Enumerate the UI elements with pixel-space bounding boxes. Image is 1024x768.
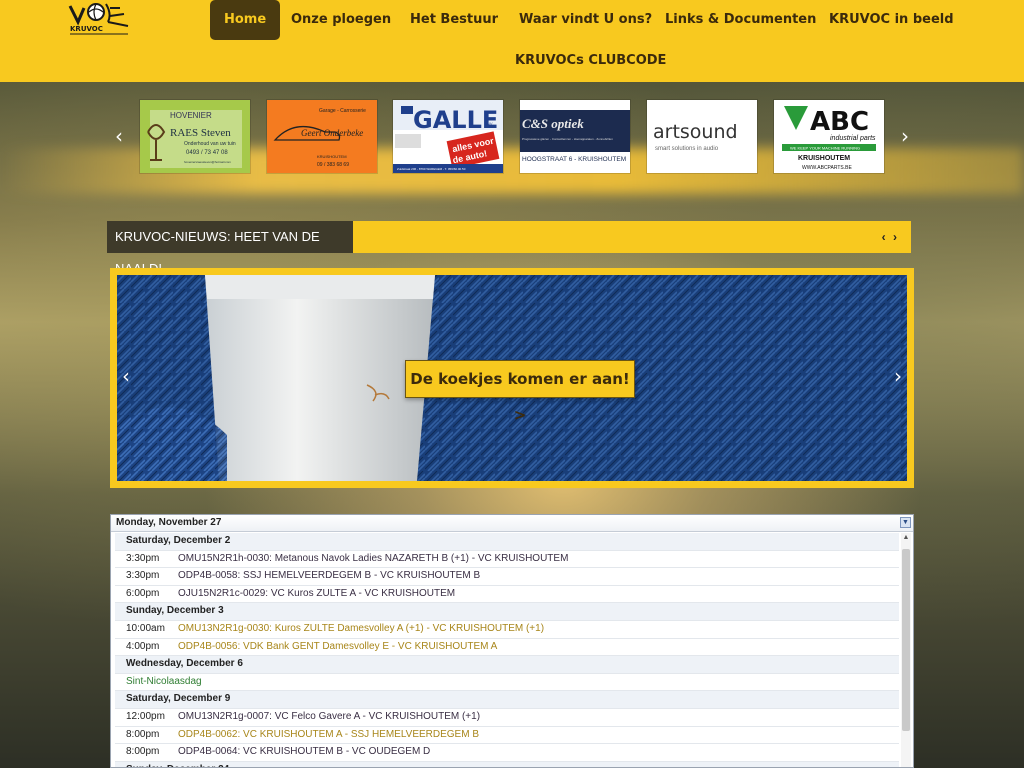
agenda-day-header: Wednesday, December 6	[115, 656, 899, 674]
sponsor-cs-optiek[interactable]: C&S optiek Progressieve glazen - Contact…	[520, 100, 630, 173]
agenda-dropdown-button[interactable]: ▼	[900, 517, 911, 528]
agenda-event-time: 4:00pm	[126, 640, 160, 652]
agenda-day-header: Saturday, December 9	[115, 691, 899, 709]
agenda-event-time: 10:00am	[126, 622, 165, 634]
agenda-event-title[interactable]: OMU15N2R1h-0030: Metanous Navok Ladies N…	[178, 551, 568, 568]
scroll-thumb[interactable]	[902, 549, 910, 731]
sponsor-abc-line1: ABC	[810, 107, 869, 137]
sponsor-abc-line4: KRUISHOUTEM	[798, 155, 850, 162]
agenda-event-time: 8:00pm	[126, 746, 160, 758]
sponsor-raes-line5: hoveniersraessteven@hotmail.com	[184, 160, 231, 164]
agenda-event-time: 12:00pm	[126, 710, 165, 722]
nav-waar-vindt-u-ons[interactable]: Waar vindt U ons?	[519, 0, 652, 40]
agenda-scrollbar[interactable]: ▲	[901, 533, 911, 767]
agenda-event-row[interactable]: 12:00pm OMU13N2R1g-0007: VC Felco Gavere …	[115, 709, 899, 727]
sponsor-artsound-line2: smart solutions in audio	[655, 146, 719, 152]
sponsor-raes-line3: Onderhoud van uw tuin	[184, 141, 236, 147]
image-slider: De koekjes komen er aan! > ‹ ›	[110, 268, 914, 488]
sponsor-raes-line4: 0493 / 73 47 08	[186, 150, 228, 156]
sponsor-artsound[interactable]: artsound smart solutions in audio	[647, 100, 757, 173]
agenda-event-row[interactable]: 3:30pm OMU15N2R1h-0030: Metanous Navok La…	[115, 551, 899, 569]
news-ticker: KRUVOC-NIEUWS: HEET VAN DE NAALD! ‹ ›	[107, 221, 911, 276]
agenda-event-row[interactable]: 8:00pm ODP4B-0062: VC KRUISHOUTEM A - SSJ…	[115, 727, 899, 745]
agenda-header-date: Monday, November 27	[116, 517, 222, 528]
agenda-event-row[interactable]: 8:00pm ODP4B-0064: VC KRUISHOUTEM B - VC …	[115, 744, 899, 762]
nav-het-bestuur[interactable]: Het Bestuur	[410, 0, 498, 40]
sponsor-abc-line5: WWW.ABCPARTS.BE	[802, 165, 852, 171]
agenda-event-row[interactable]: 3:30pm ODP4B-0058: SSJ HEMELVEERDEGEM B -…	[115, 568, 899, 586]
slide-prev-arrow[interactable]: ‹	[117, 361, 135, 391]
sponsor-prev-arrow[interactable]: ‹	[110, 121, 128, 151]
agenda-event-row[interactable]: 6:00pm OJU15N2R1c-0029: VC Kuros ZULTE A …	[115, 586, 899, 604]
site-header: KRUVOC Home Onze ploegen Het Bestuur Waa…	[0, 0, 1024, 82]
agenda-event-time: 3:30pm	[126, 552, 160, 564]
logo-text: KRUVOC	[70, 25, 103, 33]
agenda-list: Saturday, December 2 3:30pm OMU15N2R1h-003…	[115, 533, 899, 767]
sponsor-cs-line3: HOOGSTRAAT 6 - KRUISHOUTEM	[522, 156, 626, 163]
sponsor-galle-line2: NV	[487, 121, 493, 126]
slide-image[interactable]: De koekjes komen er aan! > ‹ ›	[117, 275, 907, 481]
sponsor-next-arrow[interactable]: ›	[896, 121, 914, 151]
sponsor-artsound-line1: artsound	[653, 121, 738, 143]
agenda-event-time: 6:00pm	[126, 587, 160, 599]
agenda-event-title[interactable]: ODP4B-0058: SSJ HEMELVEERDEGEM B - VC KR…	[178, 568, 480, 585]
agenda-event-row[interactable]: 10:00am OMU13N2R1g-0030: Kuros ZULTE Dame…	[115, 621, 899, 639]
agenda-event-row[interactable]: 4:00pm ODP4B-0056: VDK Bank GENT Damesvol…	[115, 639, 899, 657]
sponsor-abc-parts[interactable]: ABC industrial parts WE KEEP YOUR MACHIN…	[774, 100, 884, 173]
sponsor-galle-line1: GALLE	[413, 106, 498, 134]
agenda-event-title[interactable]: OMU13N2R1g-0007: VC Felco Gavere A - VC …	[178, 709, 480, 726]
sponsor-geert-onderbeke[interactable]: Garage - Carrosserie Geert Onderbeke KRU…	[267, 100, 377, 173]
sponsor-cs-line2: Progressieve glazen - Contactlenzen - Ho…	[522, 137, 613, 141]
agenda-event-title[interactable]: OMU13N2R1g-0030: Kuros ZULTE Damesvolley…	[178, 621, 544, 638]
sponsor-geert-line1: Garage - Carrosserie	[319, 108, 366, 114]
news-ticker-label[interactable]: KRUVOC-NIEUWS: HEET VAN DE NAALD!	[107, 221, 353, 276]
scroll-up-arrow-icon[interactable]: ▲	[901, 533, 911, 543]
nav-kruvoc-in-beeld[interactable]: KRUVOC in beeld	[829, 0, 954, 40]
sponsor-cs-line1: C&S optiek	[522, 116, 584, 131]
agenda-event-title[interactable]: ODP4B-0062: VC KRUISHOUTEM A - SSJ HEMEL…	[178, 727, 479, 744]
sponsor-galle[interactable]: GALLE NV alles voor de auto! Zuidstraat …	[393, 100, 503, 173]
agenda-event-title[interactable]: ODP4B-0056: VDK Bank GENT Damesvolley E …	[178, 639, 497, 656]
slide-caption-button[interactable]: De koekjes komen er aan! >	[405, 360, 635, 424]
sponsor-geert-line3: KRUISHOUTEM	[317, 154, 347, 159]
sponsor-abc-line2: industrial parts	[830, 135, 876, 142]
sponsor-raes-line2: RAES Steven	[170, 127, 231, 139]
sponsor-geert-line2: Geert Onderbeke	[301, 128, 363, 138]
news-ticker-controls[interactable]: ‹ ›	[882, 221, 899, 253]
agenda-event-time: 3:30pm	[126, 570, 160, 582]
kruvoc-logo[interactable]: KRUVOC	[66, 0, 132, 40]
agenda-holiday[interactable]: Sint-Nicolaasdag	[115, 674, 899, 692]
agenda-event-time: 8:00pm	[126, 728, 160, 740]
sponsor-raes-steven[interactable]: HOVENIER RAES Steven Onderhoud van uw tu…	[140, 100, 250, 173]
agenda-header: Monday, November 27 ▼	[111, 515, 913, 532]
sponsor-abc-line3: WE KEEP YOUR MACHINE RUNNING	[790, 146, 860, 151]
nav-clubcode[interactable]: KRUVOCs CLUBCODE	[515, 41, 666, 81]
nav-links-documenten[interactable]: Links & Documenten	[665, 0, 816, 40]
nav-onze-ploegen[interactable]: Onze ploegen	[291, 0, 391, 40]
slide-next-arrow[interactable]: ›	[889, 361, 907, 391]
nav-home[interactable]: Home	[210, 0, 281, 40]
agenda-day-header: Sunday, December 24	[115, 761, 899, 767]
sponsor-geert-line4: 09 / 383 68 69	[317, 162, 349, 168]
sponsor-galle-line5: Zuidstraat 206 - 8790 WAREGEM - T. 056/6…	[397, 167, 466, 171]
agenda-day-header: Sunday, December 3	[115, 603, 899, 621]
sponsor-raes-line1: HOVENIER	[170, 111, 212, 120]
agenda-day-header: Saturday, December 2	[115, 533, 899, 551]
agenda-event-title[interactable]: ODP4B-0064: VC KRUISHOUTEM B - VC OUDEGE…	[178, 744, 430, 761]
calendar-agenda: Monday, November 27 ▼ Saturday, December…	[110, 514, 914, 768]
agenda-event-title[interactable]: OJU15N2R1c-0029: VC Kuros ZULTE A - VC K…	[178, 586, 455, 603]
